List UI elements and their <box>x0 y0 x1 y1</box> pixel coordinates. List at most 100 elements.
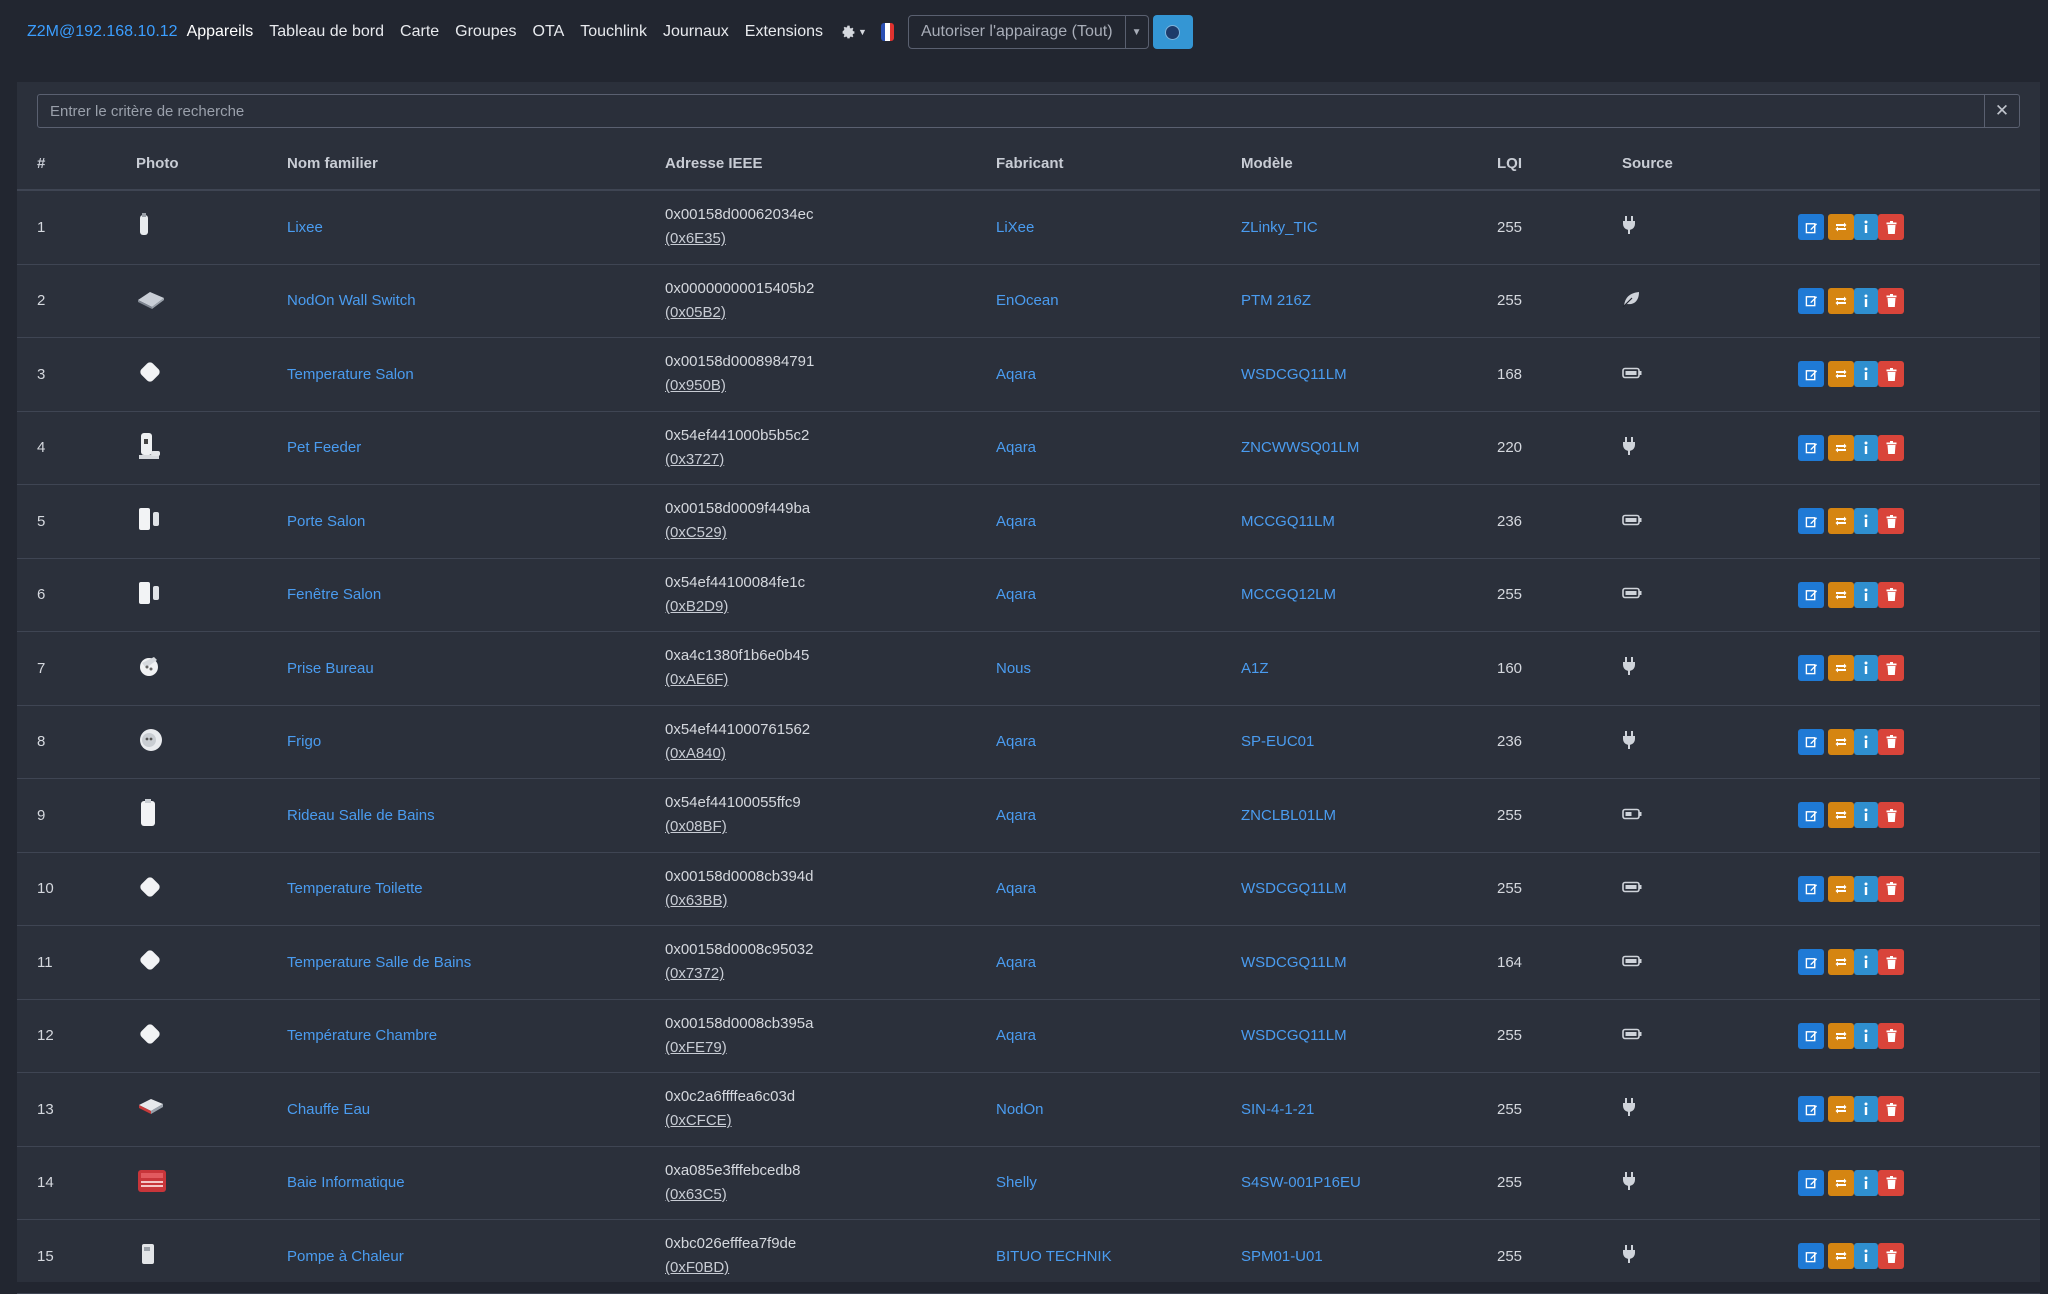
remove-button[interactable] <box>1878 728 1904 755</box>
edit-button[interactable] <box>1798 1169 1824 1196</box>
language-flag-icon[interactable] <box>880 23 894 41</box>
device-manufacturer-link[interactable]: Aqara <box>996 1027 1036 1044</box>
edit-button[interactable] <box>1798 728 1824 755</box>
info-button[interactable] <box>1854 802 1878 829</box>
edit-button[interactable] <box>1798 1096 1824 1123</box>
nav-devices[interactable]: Appareils <box>187 23 254 41</box>
edit-button[interactable] <box>1798 949 1824 976</box>
permit-join-label[interactable]: Autoriser l'appairage (Tout) <box>909 16 1126 48</box>
device-manufacturer-link[interactable]: Aqara <box>996 807 1036 824</box>
rename-button[interactable] <box>1828 875 1854 902</box>
device-friendly-name-link[interactable]: Temperature Toilette <box>287 880 423 897</box>
device-model-link[interactable]: A1Z <box>1241 660 1269 677</box>
permit-join-button[interactable]: Autoriser l'appairage (Tout) ▼ <box>907 15 1149 49</box>
info-button[interactable] <box>1854 655 1878 682</box>
header-power-source[interactable]: Source <box>1622 137 1798 191</box>
remove-button[interactable] <box>1878 802 1904 829</box>
info-button[interactable] <box>1854 214 1878 241</box>
info-button[interactable] <box>1854 508 1878 535</box>
edit-button[interactable] <box>1798 1243 1824 1270</box>
permit-join-dropdown-chevron-icon[interactable]: ▼ <box>1126 16 1148 48</box>
nav-extensions[interactable]: Extensions <box>745 23 823 41</box>
device-model-link[interactable]: ZLinky_TIC <box>1241 219 1318 236</box>
device-friendly-name-link[interactable]: Temperature Salon <box>287 366 414 383</box>
device-friendly-name-link[interactable]: Chauffe Eau <box>287 1101 370 1118</box>
rename-button[interactable] <box>1828 728 1854 755</box>
info-button[interactable] <box>1854 287 1878 314</box>
device-friendly-name-link[interactable]: Fenêtre Salon <box>287 586 381 603</box>
device-model-link[interactable]: WSDCGQ11LM <box>1241 366 1347 383</box>
brand-link[interactable]: Z2M@192.168.10.12 <box>27 23 178 41</box>
remove-button[interactable] <box>1878 434 1904 461</box>
device-manufacturer-link[interactable]: Aqara <box>996 880 1036 897</box>
nav-touchlink[interactable]: Touchlink <box>580 23 647 41</box>
rename-button[interactable] <box>1828 802 1854 829</box>
device-model-link[interactable]: S4SW-001P16EU <box>1241 1174 1361 1191</box>
remove-button[interactable] <box>1878 1243 1904 1270</box>
nav-ota[interactable]: OTA <box>533 23 565 41</box>
info-button[interactable] <box>1854 728 1878 755</box>
device-friendly-name-link[interactable]: Baie Informatique <box>287 1174 405 1191</box>
device-manufacturer-link[interactable]: LiXee <box>996 219 1034 236</box>
rename-button[interactable] <box>1828 581 1854 608</box>
rename-button[interactable] <box>1828 434 1854 461</box>
remove-button[interactable] <box>1878 1169 1904 1196</box>
nav-map[interactable]: Carte <box>400 23 439 41</box>
rename-button[interactable] <box>1828 1169 1854 1196</box>
device-friendly-name-link[interactable]: Porte Salon <box>287 513 365 530</box>
device-friendly-name-link[interactable]: Pet Feeder <box>287 439 361 456</box>
remove-button[interactable] <box>1878 949 1904 976</box>
device-model-link[interactable]: MCCGQ12LM <box>1241 586 1336 603</box>
info-button[interactable] <box>1854 875 1878 902</box>
info-button[interactable] <box>1854 1243 1878 1270</box>
remove-button[interactable] <box>1878 361 1904 388</box>
device-manufacturer-link[interactable]: NodOn <box>996 1101 1044 1118</box>
edit-button[interactable] <box>1798 361 1824 388</box>
status-button[interactable] <box>1152 15 1193 49</box>
device-manufacturer-link[interactable]: BITUO TECHNIK <box>996 1248 1112 1265</box>
info-button[interactable] <box>1854 1169 1878 1196</box>
clear-search-icon[interactable]: ✕ <box>1984 95 2019 127</box>
info-button[interactable] <box>1854 581 1878 608</box>
device-model-link[interactable]: SP-EUC01 <box>1241 733 1314 750</box>
device-model-link[interactable]: PTM 216Z <box>1241 292 1311 309</box>
device-friendly-name-link[interactable]: Température Chambre <box>287 1027 437 1044</box>
edit-button[interactable] <box>1798 1022 1824 1049</box>
info-button[interactable] <box>1854 434 1878 461</box>
nav-dashboard[interactable]: Tableau de bord <box>269 23 384 41</box>
device-model-link[interactable]: WSDCGQ11LM <box>1241 880 1347 897</box>
header-ieee-address[interactable]: Adresse IEEE <box>665 137 996 191</box>
device-model-link[interactable]: SPM01-U01 <box>1241 1248 1323 1265</box>
header-model[interactable]: Modèle <box>1241 137 1497 191</box>
remove-button[interactable] <box>1878 1096 1904 1123</box>
device-friendly-name-link[interactable]: Pompe à Chaleur <box>287 1248 404 1265</box>
edit-button[interactable] <box>1798 875 1824 902</box>
device-friendly-name-link[interactable]: Rideau Salle de Bains <box>287 807 435 824</box>
device-friendly-name-link[interactable]: Temperature Salle de Bains <box>287 954 471 971</box>
device-manufacturer-link[interactable]: Aqara <box>996 733 1036 750</box>
device-manufacturer-link[interactable]: Aqara <box>996 586 1036 603</box>
rename-button[interactable] <box>1828 1022 1854 1049</box>
device-model-link[interactable]: SIN-4-1-21 <box>1241 1101 1314 1118</box>
device-manufacturer-link[interactable]: Aqara <box>996 513 1036 530</box>
settings-dropdown[interactable]: ▼ <box>841 25 867 40</box>
rename-button[interactable] <box>1828 508 1854 535</box>
nav-groups[interactable]: Groupes <box>455 23 516 41</box>
info-button[interactable] <box>1854 949 1878 976</box>
nav-logs[interactable]: Journaux <box>663 23 729 41</box>
remove-button[interactable] <box>1878 655 1904 682</box>
edit-button[interactable] <box>1798 581 1824 608</box>
edit-button[interactable] <box>1798 802 1824 829</box>
device-manufacturer-link[interactable]: Aqara <box>996 439 1036 456</box>
device-model-link[interactable]: WSDCGQ11LM <box>1241 1027 1347 1044</box>
device-model-link[interactable]: MCCGQ11LM <box>1241 513 1335 530</box>
info-button[interactable] <box>1854 1096 1878 1123</box>
remove-button[interactable] <box>1878 287 1904 314</box>
header-lqi[interactable]: LQI <box>1497 137 1622 191</box>
info-button[interactable] <box>1854 361 1878 388</box>
device-friendly-name-link[interactable]: NodOn Wall Switch <box>287 292 416 309</box>
rename-button[interactable] <box>1828 361 1854 388</box>
remove-button[interactable] <box>1878 581 1904 608</box>
info-button[interactable] <box>1854 1022 1878 1049</box>
edit-button[interactable] <box>1798 434 1824 461</box>
